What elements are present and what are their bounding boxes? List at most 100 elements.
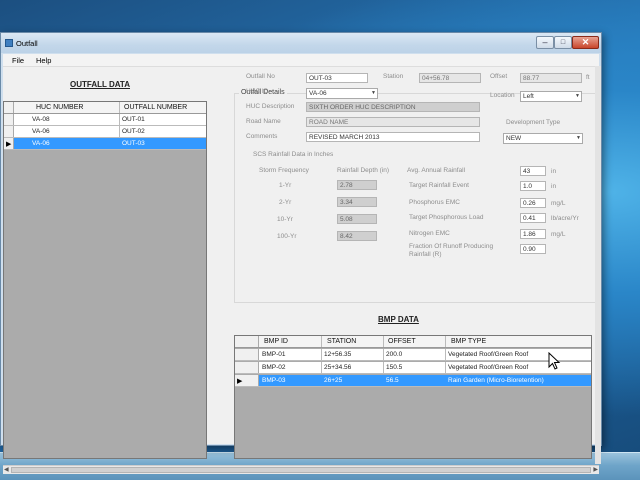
avg-annual-rainfall-unit: in [551, 168, 557, 175]
bmp-table-row-selected[interactable]: ▶ BMP-03 26+25 56.5 Rain Garden (Micro-B… [235, 375, 591, 387]
comments-label: Comments [246, 133, 278, 140]
column-header-bmp-id[interactable]: BMP ID [264, 338, 288, 345]
outfall-table-row[interactable]: VA-08 OUT-01 [4, 114, 206, 126]
outfall-data-grid[interactable]: HUC NUMBER OUTFALL NUMBER VA-08 OUT-01 V… [3, 101, 207, 459]
column-divider [383, 349, 384, 360]
target-rainfall-event-label: Target Rainfall Event [409, 182, 469, 189]
scroll-right-icon[interactable]: ▶ [593, 466, 598, 473]
vertical-scrollbar[interactable] [595, 66, 601, 464]
development-type-value: NEW [506, 135, 522, 142]
scroll-thumb[interactable] [11, 467, 591, 473]
location-select[interactable]: Left ▼ [520, 91, 582, 102]
bmp-table-row[interactable]: BMP-02 25+34.56 150.5 Vegetated Roof/Gre… [235, 362, 591, 374]
huc-number-cell[interactable]: VA-08 [32, 116, 50, 123]
rainfall-depth-label: Rainfall Depth (in) [337, 167, 390, 174]
current-row-icon: ▶ [6, 141, 12, 148]
bmp-type-cell[interactable]: Vegetated Roof/Green Roof [448, 364, 528, 371]
row-header: ▶ [235, 375, 259, 386]
nitrogen-emc-field[interactable]: 1.86 [520, 229, 546, 239]
storm-frequency-10yr: 10-Yr [277, 216, 293, 223]
title-bar[interactable]: Outfall – □ ✕ [1, 33, 601, 53]
bmp-table-row[interactable]: BMP-01 12+56.35 200.0 Vegetated Roof/Gre… [235, 349, 591, 361]
runoff-fraction-field[interactable]: 0.90 [520, 244, 546, 254]
huc-number-cell[interactable]: VA-06 [32, 128, 50, 135]
development-type-select[interactable]: NEW ▼ [503, 133, 583, 144]
bmp-station-cell[interactable]: 26+25 [324, 377, 342, 384]
bmp-offset-cell[interactable]: 200.0 [386, 351, 402, 358]
bmp-id-cell[interactable]: BMP-02 [262, 364, 285, 371]
row-header-corner [235, 336, 259, 347]
close-button[interactable]: ✕ [572, 36, 599, 49]
column-divider [119, 114, 120, 125]
bmp-id-cell[interactable]: BMP-01 [262, 351, 285, 358]
outfall-grid-header: HUC NUMBER OUTFALL NUMBER [4, 102, 206, 114]
location-value: Left [523, 93, 534, 100]
column-divider [119, 126, 120, 137]
storm-frequency-2yr: 2-Yr [279, 199, 292, 206]
bmp-type-cell[interactable]: Vegetated Roof/Green Roof [448, 351, 528, 358]
huc-description-label: HUC Description [246, 103, 295, 110]
station-label: Station [383, 73, 404, 80]
bmp-offset-cell[interactable]: 56.5 [386, 377, 399, 384]
station-field[interactable]: 04+56.78 [419, 73, 481, 83]
outfall-number-cell[interactable]: OUT-03 [122, 140, 145, 147]
avg-annual-rainfall-field[interactable]: 43 [520, 166, 546, 176]
nitrogen-emc-label: Nitrogen EMC [409, 230, 450, 237]
maximize-button[interactable]: □ [554, 36, 572, 49]
rainfall-depth-100yr-field[interactable]: 8.42 [337, 231, 377, 241]
development-type-label: Development Type [506, 119, 561, 126]
storm-frequency-label: Storm Frequency [259, 167, 309, 174]
target-phosphorous-load-label: Target Phosphorous Load [409, 214, 484, 221]
outfall-table-row-selected[interactable]: ▶ VA-06 OUT-03 [4, 138, 206, 150]
menu-file[interactable]: File [12, 56, 24, 65]
mouse-cursor-icon [548, 352, 561, 370]
rainfall-depth-2yr-field[interactable]: 3.34 [337, 197, 377, 207]
huc-id-label: HUC ID [246, 88, 269, 95]
huc-description-field[interactable]: SIXTH ORDER HUC DESCRIPTION [306, 102, 480, 112]
column-divider [119, 102, 120, 113]
scroll-left-icon[interactable]: ◀ [4, 466, 9, 473]
outfall-no-label: Outfall No [246, 73, 275, 80]
minimize-button[interactable]: – [536, 36, 554, 49]
outfall-number-cell[interactable]: OUT-01 [122, 116, 145, 123]
target-phosphorous-load-unit: lb/acre/Yr [551, 215, 579, 222]
offset-field[interactable]: 88.77 [520, 73, 582, 83]
target-phosphorous-load-field[interactable]: 0.41 [520, 213, 546, 223]
outfall-window: Outfall – □ ✕ File Help OUTFALL DATA HUC… [0, 32, 602, 474]
outfall-no-field[interactable]: OUT-03 [306, 73, 368, 83]
row-header [235, 362, 259, 373]
bmp-station-cell[interactable]: 25+34.56 [324, 364, 351, 371]
horizontal-scrollbar[interactable]: ◀ ▶ [3, 465, 599, 474]
bmp-offset-cell[interactable]: 150.5 [386, 364, 402, 371]
column-header-station[interactable]: STATION [327, 338, 356, 345]
road-name-field[interactable]: ROAD NAME [306, 117, 480, 127]
outfall-table-row[interactable]: VA-06 OUT-02 [4, 126, 206, 138]
target-rainfall-event-field[interactable]: 1.0 [520, 181, 546, 191]
bmp-data-grid[interactable]: BMP ID STATION OFFSET BMP TYPE BMP-01 12… [234, 335, 592, 459]
storm-frequency-1yr: 1-Yr [279, 182, 292, 189]
chevron-down-icon: ▼ [371, 90, 376, 96]
window-title: Outfall [16, 39, 38, 48]
rainfall-depth-1yr-field[interactable]: 2.78 [337, 180, 377, 190]
bmp-type-cell[interactable]: Rain Garden (Micro-Bioretention) [448, 377, 544, 384]
menu-help[interactable]: Help [36, 56, 51, 65]
avg-annual-rainfall-label: Avg. Annual Rainfall [407, 167, 466, 174]
column-header-bmp-type[interactable]: BMP TYPE [451, 338, 486, 345]
huc-number-cell[interactable]: VA-06 [32, 140, 50, 147]
column-header-huc-number[interactable]: HUC NUMBER [36, 104, 83, 111]
outfall-data-heading: OUTFALL DATA [70, 80, 130, 89]
huc-id-value: VA-06 [309, 90, 327, 97]
comments-field[interactable]: REVISED MARCH 2013 [306, 132, 480, 142]
huc-id-select[interactable]: VA-06 ▼ [306, 88, 378, 99]
column-header-offset[interactable]: OFFSET [388, 338, 416, 345]
column-divider [321, 349, 322, 360]
outfall-number-cell[interactable]: OUT-02 [122, 128, 145, 135]
rainfall-depth-10yr-field[interactable]: 5.08 [337, 214, 377, 224]
phosphorus-emc-field[interactable]: 0.26 [520, 198, 546, 208]
runoff-fraction-label: Fraction Of Runoff Producing Rainfall (R… [409, 243, 494, 258]
bmp-id-cell[interactable]: BMP-03 [262, 377, 285, 384]
bmp-station-cell[interactable]: 12+56.35 [324, 351, 351, 358]
phosphorus-emc-unit: mg/L [551, 200, 566, 207]
column-divider [383, 362, 384, 373]
column-header-outfall-number[interactable]: OUTFALL NUMBER [124, 104, 187, 111]
